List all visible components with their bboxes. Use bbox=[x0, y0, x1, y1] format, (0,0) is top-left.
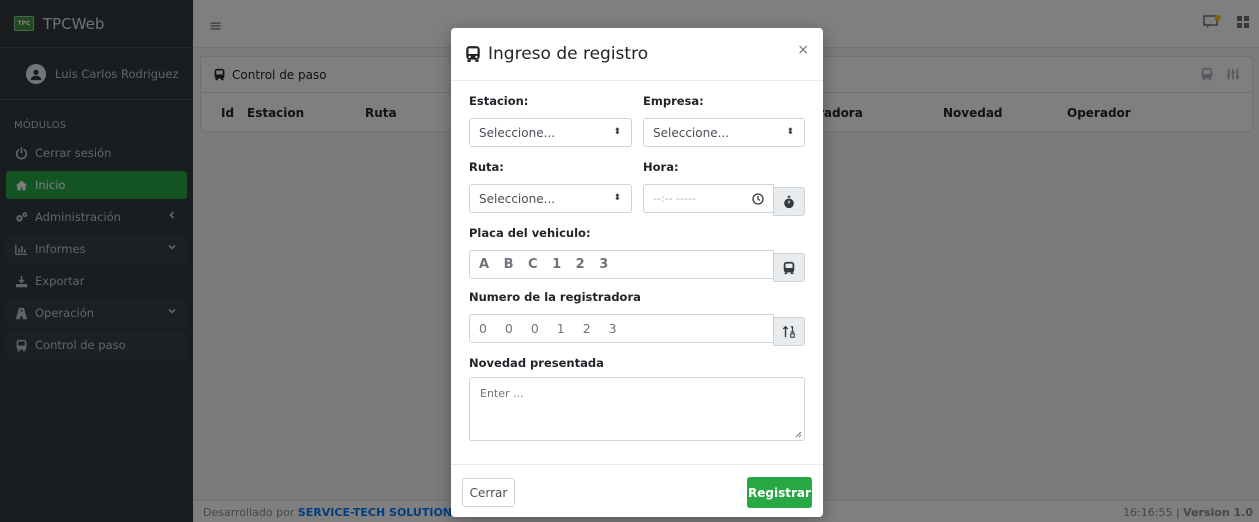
empresa-select[interactable]: Seleccione... ⬍ bbox=[643, 118, 805, 147]
novedad-textarea[interactable]: Enter ... bbox=[469, 377, 805, 441]
registradora-input-placeholder: 0 0 0 1 2 3 bbox=[479, 321, 624, 336]
hora-input[interactable]: --:-- ----- bbox=[643, 184, 774, 213]
placa-field-group: Placa del vehiculo: A B C 1 2 3 bbox=[469, 226, 805, 282]
registradora-field-group: Numero de la registradora 0 0 0 1 2 3 bbox=[469, 290, 805, 346]
empresa-field-group: Empresa: Seleccione... ⬍ bbox=[643, 94, 805, 147]
placa-addon bbox=[773, 253, 805, 282]
registro-modal: Ingreso de registro × Estacion: Seleccio… bbox=[451, 28, 823, 517]
stopwatch-icon bbox=[784, 195, 794, 208]
modal-header: Ingreso de registro bbox=[451, 28, 823, 81]
registradora-input[interactable]: 0 0 0 1 2 3 bbox=[469, 314, 774, 343]
close-icon[interactable]: × bbox=[797, 42, 809, 58]
select-caret-icon: ⬍ bbox=[613, 127, 621, 137]
registradora-addon bbox=[773, 317, 805, 346]
cancel-button[interactable]: Cerrar bbox=[462, 478, 515, 507]
ruta-select[interactable]: Seleccione... ⬍ bbox=[469, 184, 632, 213]
select-caret-icon: ⬍ bbox=[613, 193, 621, 203]
empresa-select-value: Seleccione... bbox=[653, 125, 730, 140]
ruta-label: Ruta: bbox=[469, 160, 504, 174]
placa-input-placeholder: A B C 1 2 3 bbox=[479, 257, 614, 272]
empresa-label: Empresa: bbox=[643, 94, 704, 108]
resize-handle-icon[interactable] bbox=[795, 431, 802, 438]
clock-icon[interactable] bbox=[752, 193, 764, 205]
novedad-field-group: Novedad presentada bbox=[469, 356, 805, 370]
modal-title: Ingreso de registro bbox=[488, 44, 649, 64]
estacion-label: Estacion: bbox=[469, 94, 529, 108]
hora-input-placeholder: --:-- ----- bbox=[653, 192, 696, 205]
bus-icon bbox=[783, 261, 795, 274]
sort-numeric-icon bbox=[782, 325, 795, 338]
select-caret-icon: ⬍ bbox=[786, 127, 794, 137]
bus-icon bbox=[466, 46, 480, 62]
estacion-field-group: Estacion: Seleccione... ⬍ bbox=[469, 94, 632, 147]
novedad-textarea-placeholder: Enter ... bbox=[480, 387, 524, 400]
stopwatch-button[interactable] bbox=[773, 187, 805, 216]
registradora-label: Numero de la registradora bbox=[469, 290, 641, 304]
ruta-field-group: Ruta: Seleccione... ⬍ bbox=[469, 160, 632, 213]
placa-label: Placa del vehiculo: bbox=[469, 226, 591, 240]
ruta-select-value: Seleccione... bbox=[479, 191, 556, 206]
hora-label: Hora: bbox=[643, 160, 679, 174]
hora-field-group: Hora: --:-- ----- bbox=[643, 160, 805, 216]
modal-footer: Cerrar Registrar bbox=[451, 464, 823, 517]
novedad-label: Novedad presentada bbox=[469, 356, 604, 370]
estacion-select-value: Seleccione... bbox=[479, 125, 556, 140]
register-button[interactable]: Registrar bbox=[747, 477, 812, 508]
placa-input[interactable]: A B C 1 2 3 bbox=[469, 250, 774, 279]
estacion-select[interactable]: Seleccione... ⬍ bbox=[469, 118, 632, 147]
